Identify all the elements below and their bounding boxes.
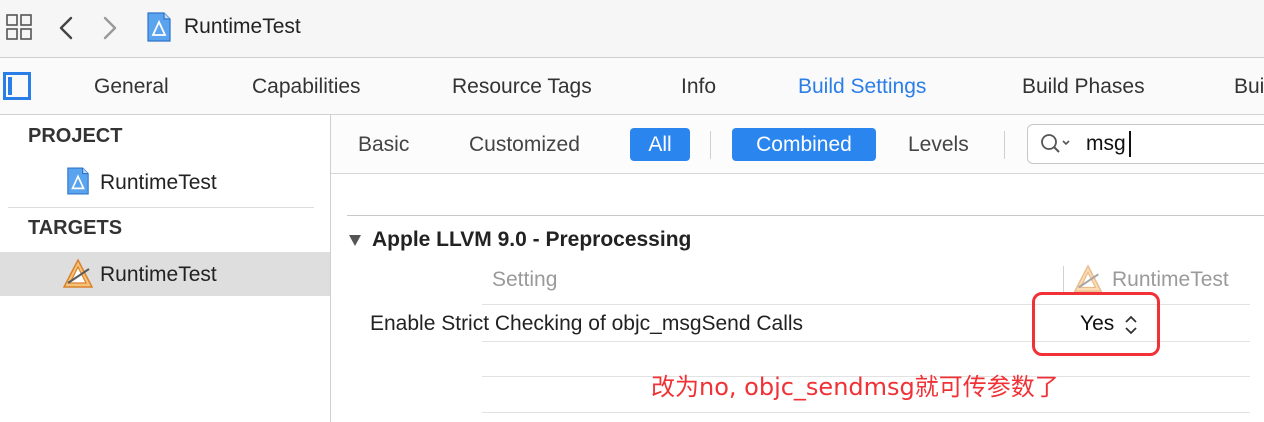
sidebar-toggle-icon[interactable] bbox=[3, 72, 31, 100]
nav-item-target[interactable]: RuntimeTest bbox=[100, 263, 217, 287]
grid-icon[interactable] bbox=[6, 14, 32, 40]
section-title[interactable]: Apple LLVM 9.0 - Preprocessing bbox=[372, 228, 691, 252]
navigator-divider bbox=[8, 207, 314, 208]
text-caret bbox=[1129, 131, 1131, 157]
setting-name[interactable]: Enable Strict Checking of objc_msgSend C… bbox=[370, 312, 803, 336]
tab-general[interactable]: General bbox=[94, 75, 169, 99]
back-chevron-icon[interactable] bbox=[56, 16, 76, 40]
annotation-text: 改为no, objc_sendmsg就可传参数了 bbox=[651, 373, 1059, 401]
app-target-icon bbox=[62, 258, 94, 288]
search-value[interactable]: msg bbox=[1086, 132, 1126, 156]
column-header-setting: Setting bbox=[492, 268, 558, 291]
nav-item-project[interactable]: RuntimeTest bbox=[100, 171, 217, 195]
tab-build-settings[interactable]: Build Settings bbox=[798, 75, 926, 99]
app-target-icon bbox=[1073, 264, 1103, 292]
filter-levels[interactable]: Levels bbox=[908, 133, 969, 157]
disclosure-triangle-icon[interactable] bbox=[348, 233, 362, 247]
annotation-highlight-box bbox=[1032, 292, 1160, 356]
xcode-project-icon bbox=[147, 12, 171, 42]
filter-customized[interactable]: Customized bbox=[469, 133, 580, 157]
tab-resource-tags[interactable]: Resource Tags bbox=[452, 75, 592, 99]
column-header-target: RuntimeTest bbox=[1112, 268, 1229, 291]
tab-build-rules[interactable]: Bui bbox=[1234, 75, 1264, 99]
filter-all[interactable]: All bbox=[630, 128, 690, 161]
filter-basic[interactable]: Basic bbox=[358, 133, 409, 157]
row-divider bbox=[482, 412, 1250, 413]
forward-chevron-icon[interactable] bbox=[100, 16, 120, 40]
filter-divider bbox=[710, 131, 711, 159]
tab-capabilities[interactable]: Capabilities bbox=[252, 75, 361, 99]
section-divider bbox=[347, 215, 1264, 216]
filter-divider bbox=[1004, 131, 1005, 159]
tab-info[interactable]: Info bbox=[681, 75, 716, 99]
targets-header: TARGETS bbox=[28, 217, 123, 239]
column-divider bbox=[1063, 266, 1064, 292]
filter-combined[interactable]: Combined bbox=[732, 128, 876, 161]
project-header: PROJECT bbox=[28, 125, 123, 147]
search-icon[interactable] bbox=[1040, 133, 1074, 155]
tab-build-phases[interactable]: Build Phases bbox=[1022, 75, 1145, 99]
xcode-project-icon bbox=[67, 167, 89, 195]
breadcrumb-project[interactable]: RuntimeTest bbox=[184, 15, 301, 39]
